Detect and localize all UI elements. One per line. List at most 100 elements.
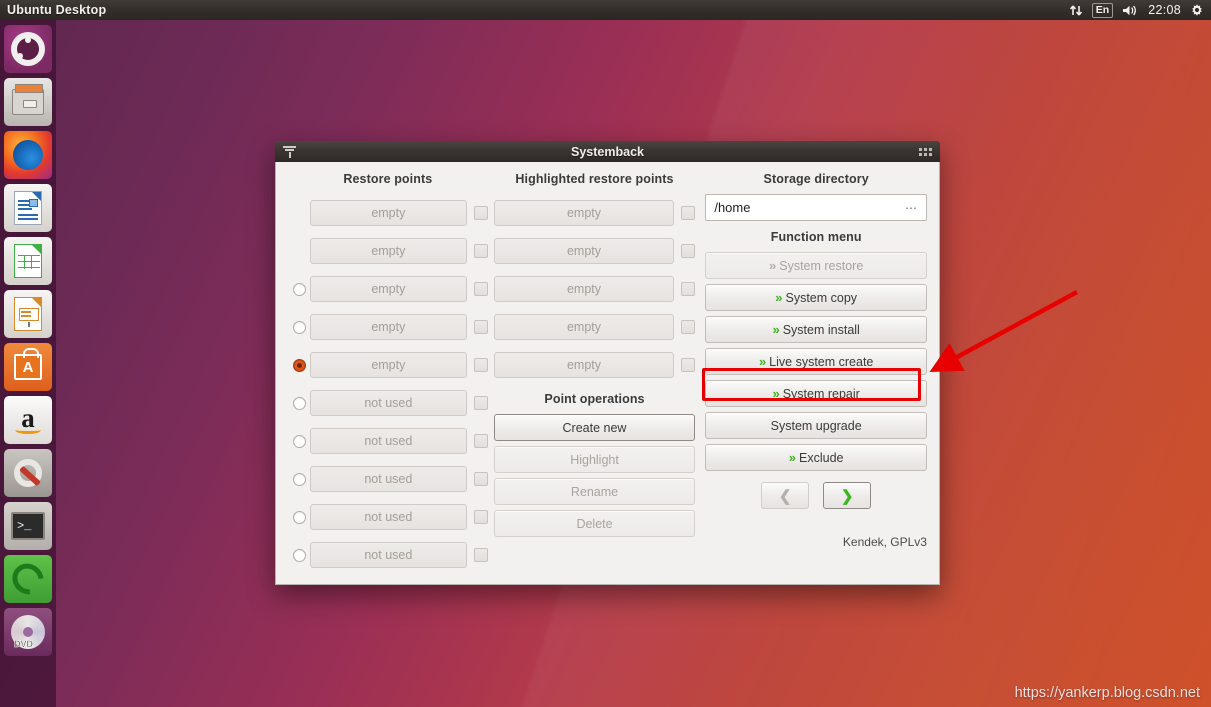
launcher-item-libreoffice-writer[interactable] <box>4 184 52 232</box>
volume-icon[interactable] <box>1122 4 1139 17</box>
gear-icon[interactable] <box>1190 3 1204 17</box>
rename-button[interactable]: Rename <box>493 478 696 505</box>
exclude-button[interactable]: » Exclude <box>705 444 927 471</box>
table-row: empty <box>493 346 696 384</box>
table-row: empty <box>288 232 488 270</box>
delete-label: Delete <box>576 516 613 531</box>
restore-point-checkbox[interactable] <box>473 548 488 562</box>
highlighted-point-slot[interactable]: empty <box>493 314 675 340</box>
system-copy-button[interactable]: » System copy <box>705 284 927 311</box>
chevron-icon: » <box>769 258 776 273</box>
highlighted-point-checkbox[interactable] <box>681 358 696 372</box>
highlighted-point-slot[interactable]: empty <box>493 200 675 226</box>
watermark-text: https://yankerp.blog.csdn.net <box>1014 685 1200 701</box>
table-row: not used <box>288 422 488 460</box>
chevron-icon: » <box>772 322 779 337</box>
live-system-create-button[interactable]: » Live system create <box>705 348 927 375</box>
launcher-item-system-settings[interactable] <box>4 449 52 497</box>
restore-point-slot[interactable]: empty <box>310 200 467 226</box>
restore-point-slot[interactable]: not used <box>310 466 467 492</box>
launcher-item-firefox[interactable] <box>4 131 52 179</box>
restore-point-slot[interactable]: not used <box>310 542 467 568</box>
highlighted-point-slot[interactable]: empty <box>493 276 675 302</box>
ubuntu-software-icon: A <box>14 348 42 380</box>
rename-label: Rename <box>570 484 619 499</box>
restore-point-radio[interactable] <box>292 434 306 448</box>
restore-point-checkbox[interactable] <box>473 472 488 486</box>
restore-point-slot[interactable]: not used <box>310 428 467 454</box>
restore-point-checkbox[interactable] <box>473 244 488 258</box>
highlighted-point-checkbox[interactable] <box>681 244 696 258</box>
network-updown-icon[interactable] <box>1069 4 1083 17</box>
browse-icon[interactable]: ⋯ <box>905 201 918 215</box>
highlight-button[interactable]: Highlight <box>493 446 696 473</box>
restore-point-radio-selected[interactable] <box>292 358 306 372</box>
radio-cell <box>288 358 310 372</box>
restore-point-checkbox[interactable] <box>473 510 488 524</box>
system-install-button[interactable]: » System install <box>705 316 927 343</box>
window-menu-icon[interactable] <box>283 145 296 158</box>
highlighted-point-slot[interactable]: empty <box>493 238 675 264</box>
highlighted-point-slot[interactable]: empty <box>493 352 675 378</box>
chevron-icon: » <box>758 354 766 369</box>
keyboard-layout-indicator[interactable]: En <box>1091 2 1114 18</box>
launcher-item-terminal[interactable]: >_ <box>4 502 52 550</box>
restore-point-slot[interactable]: empty <box>310 352 467 378</box>
system-restore-button[interactable]: » System restore <box>705 252 927 279</box>
restore-point-checkbox[interactable] <box>473 396 488 410</box>
restore-point-checkbox[interactable] <box>473 282 488 296</box>
restore-point-radio[interactable] <box>292 548 306 562</box>
restore-point-slot[interactable]: empty <box>310 238 467 264</box>
file-manager-icon <box>12 84 44 115</box>
restore-point-checkbox[interactable] <box>473 320 488 334</box>
writer-icon <box>14 191 42 225</box>
launcher-item-libreoffice-impress[interactable] <box>4 290 52 338</box>
highlighted-point-checkbox[interactable] <box>681 206 696 220</box>
restore-point-checkbox[interactable] <box>473 434 488 448</box>
restore-point-radio[interactable] <box>292 282 306 296</box>
launcher-item-systemback[interactable] <box>4 555 52 603</box>
system-repair-button[interactable]: » System repair <box>705 380 927 407</box>
table-row: empty <box>493 232 696 270</box>
firefox-icon <box>13 140 43 170</box>
launcher-item-libreoffice-calc[interactable] <box>4 237 52 285</box>
chevron-icon: » <box>772 386 779 401</box>
create-new-button[interactable]: Create new <box>493 414 696 441</box>
panel-title: Ubuntu Desktop <box>7 3 107 17</box>
restore-point-slot[interactable]: empty <box>310 276 467 302</box>
clock[interactable]: 22:08 <box>1148 3 1181 17</box>
point-operations-header: Point operations <box>544 392 645 406</box>
highlight-label: Highlight <box>570 452 619 467</box>
launcher-item-dvd[interactable]: DVD <box>4 608 52 656</box>
highlighted-point-checkbox[interactable] <box>681 282 696 296</box>
system-upgrade-button[interactable]: System upgrade <box>705 412 927 439</box>
back-button[interactable]: ❮ <box>761 482 810 509</box>
highlighted-points-header: Highlighted restore points <box>515 172 674 186</box>
restore-point-slot[interactable]: empty <box>310 314 467 340</box>
system-repair-label: System repair <box>782 386 860 401</box>
restore-point-slot[interactable]: not used <box>310 390 467 416</box>
system-install-label: System install <box>782 322 860 337</box>
window-titlebar[interactable]: Systemback <box>275 141 940 162</box>
storage-directory-input[interactable]: /home ⋯ <box>705 194 927 221</box>
highlighted-point-checkbox[interactable] <box>681 320 696 334</box>
launcher-item-files[interactable] <box>4 78 52 126</box>
launcher-item-ubuntu-software[interactable]: A <box>4 343 52 391</box>
delete-button[interactable]: Delete <box>493 510 696 537</box>
window-grip-icon[interactable] <box>919 147 932 156</box>
table-row: not used <box>288 536 488 574</box>
restore-point-checkbox[interactable] <box>473 358 488 372</box>
restore-point-radio[interactable] <box>292 320 306 334</box>
restore-point-radio[interactable] <box>292 510 306 524</box>
radio-cell <box>288 320 310 334</box>
table-row: empty <box>493 308 696 346</box>
radio-cell <box>288 548 310 562</box>
restore-point-slot[interactable]: not used <box>310 504 467 530</box>
restore-point-checkbox[interactable] <box>473 206 488 220</box>
launcher-item-amazon[interactable]: a <box>4 396 52 444</box>
chevron-icon: » <box>775 290 782 305</box>
launcher-item-ubuntu-dash[interactable] <box>4 25 52 73</box>
restore-point-radio[interactable] <box>292 472 306 486</box>
restore-point-radio[interactable] <box>292 396 306 410</box>
forward-button[interactable]: ❯ <box>823 482 872 509</box>
